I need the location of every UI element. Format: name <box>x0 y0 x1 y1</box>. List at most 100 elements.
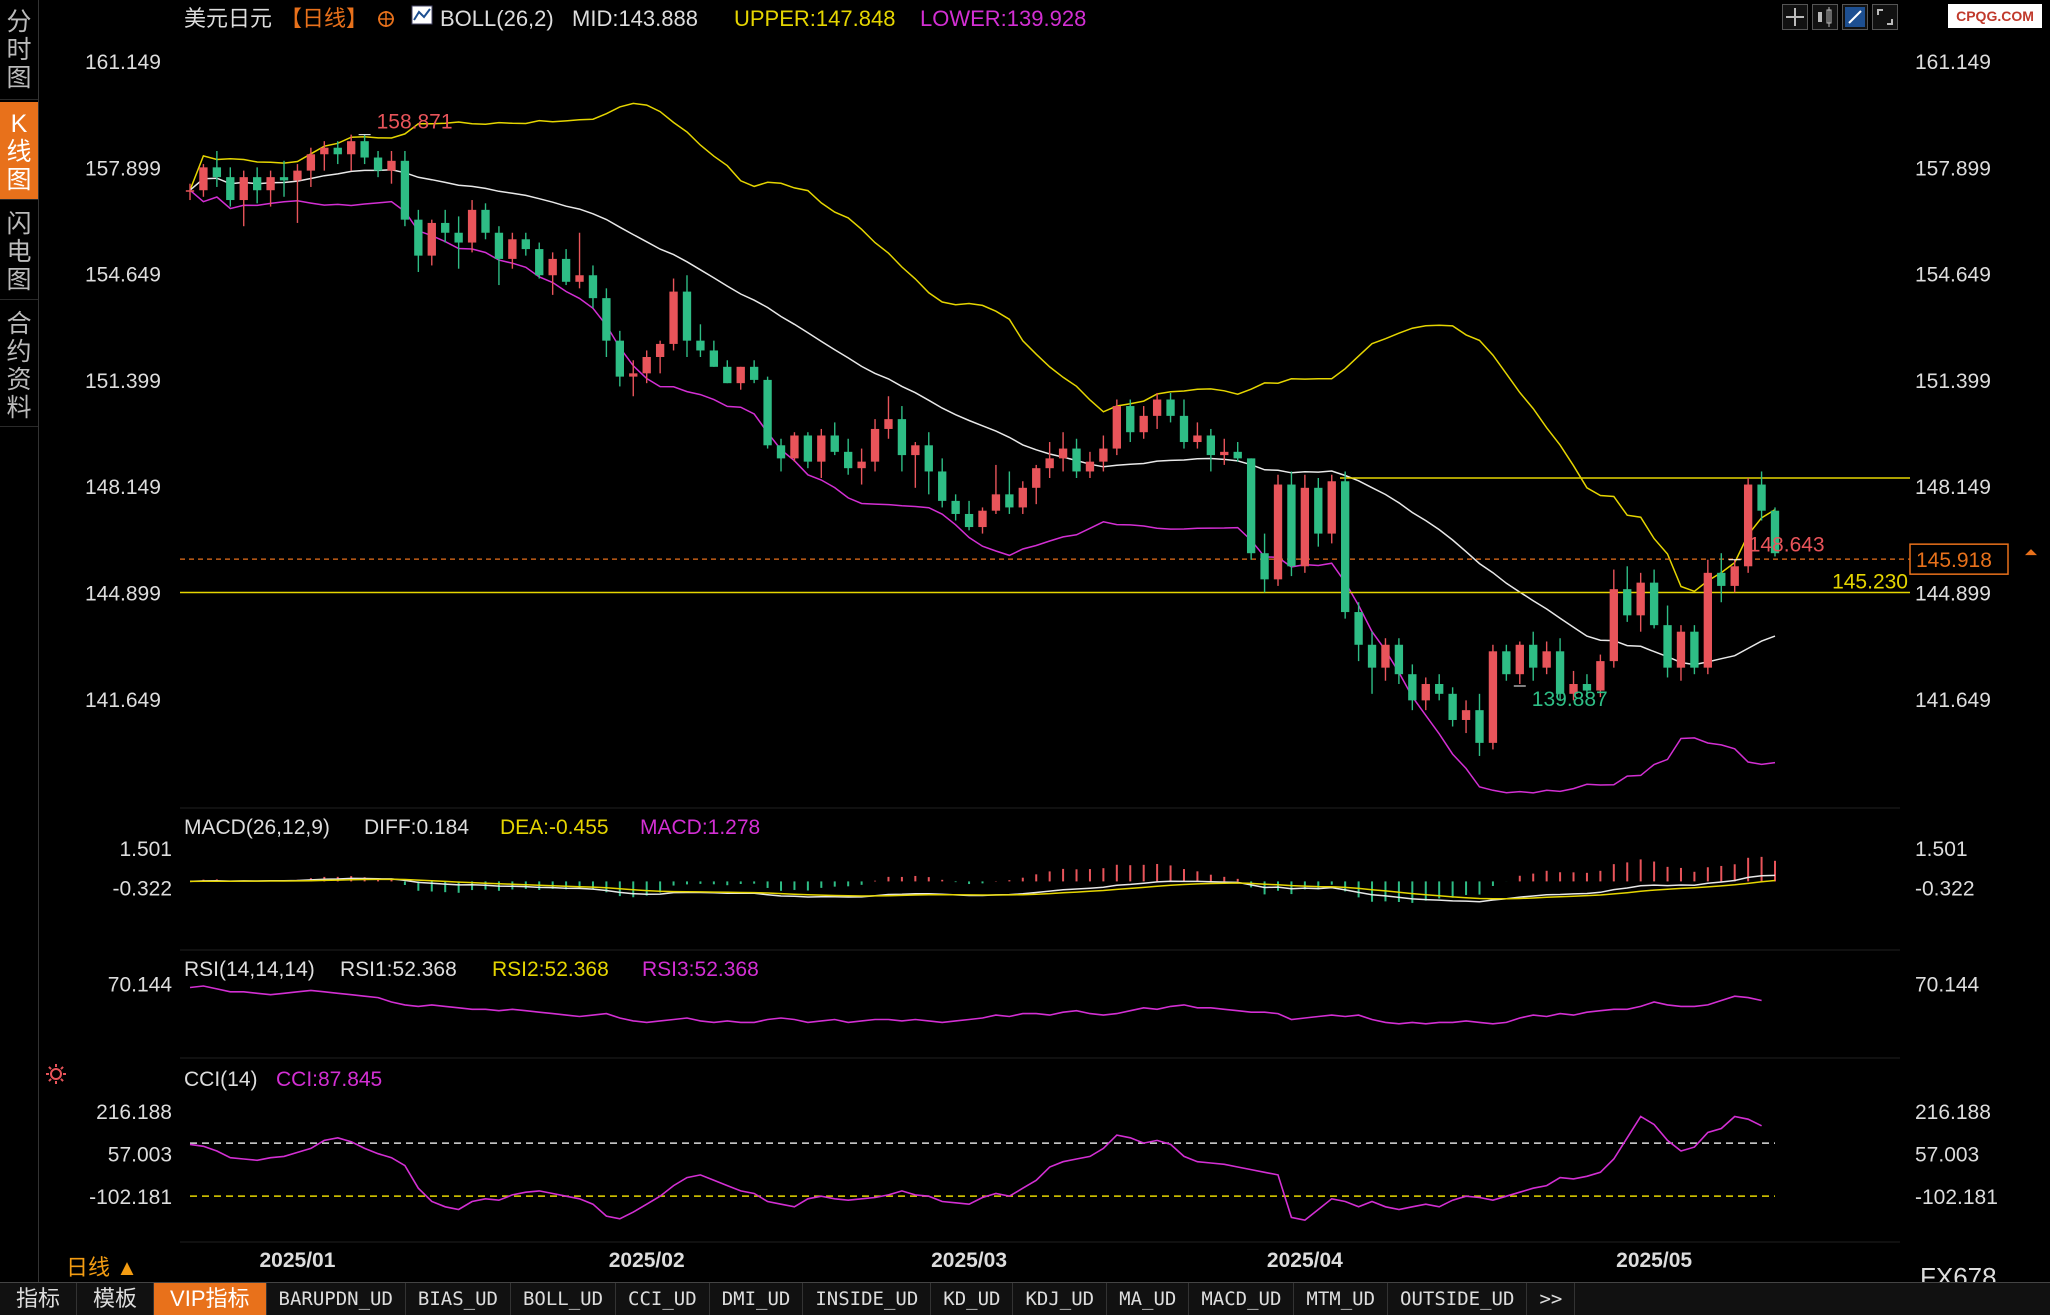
rsi3-value: RSI3:52.368 <box>642 958 759 981</box>
candle-body-105 <box>1596 661 1605 691</box>
candle-body-28 <box>561 258 571 282</box>
period-selector[interactable]: 日线 ▲ <box>66 1250 138 1282</box>
toolbar-button-6[interactable]: CCI_UD <box>616 1283 710 1315</box>
candle-body-67 <box>1085 461 1095 472</box>
candle-body-52 <box>884 419 893 429</box>
cci-tick-left-1: 57.003 <box>108 1143 172 1166</box>
rsi-tick-left-0: 70.144 <box>108 973 173 996</box>
candle-body-110 <box>1663 625 1672 668</box>
candle-body-53 <box>897 419 907 456</box>
candle-body-7 <box>279 177 289 181</box>
candle-body-11 <box>333 147 342 155</box>
candle-body-82 <box>1287 484 1296 567</box>
toolbar-button-2[interactable]: VIP指标 <box>154 1283 267 1315</box>
rsi-name: RSI(14,14,14) <box>184 958 315 981</box>
toolbar-button-5[interactable]: BOLL_UD <box>511 1283 617 1315</box>
candle-body-13 <box>360 141 369 158</box>
high-price-label: 158.871 <box>377 111 453 134</box>
toolbar-button-14[interactable]: OUTSIDE_UD <box>1388 1283 1528 1315</box>
candle-body-80 <box>1260 553 1269 580</box>
toolbar-button-15[interactable]: >> <box>1527 1283 1576 1315</box>
toolbar-button-12[interactable]: MACD_UD <box>1189 1283 1295 1315</box>
candle-body-66 <box>1072 448 1081 472</box>
crosshair-icon[interactable] <box>1782 4 1808 30</box>
candle-body-40 <box>723 366 732 384</box>
candle-body-1 <box>199 167 208 191</box>
candle-body-86 <box>1341 481 1350 613</box>
toolbar-button-13[interactable]: MTM_UD <box>1294 1283 1389 1315</box>
candle-body-35 <box>655 343 665 358</box>
candle-body-0 <box>185 190 195 192</box>
candle-body-9 <box>306 154 316 171</box>
candle-body-36 <box>669 291 678 344</box>
boll-upper-value: UPPER:147.848 <box>734 6 895 31</box>
candle-body-81 <box>1273 484 1283 580</box>
toolbar-button-9[interactable]: KD_UD <box>931 1283 1014 1315</box>
candle-body-20 <box>454 232 463 243</box>
toolbar-button-10[interactable]: KDJ_UD <box>1013 1283 1108 1315</box>
fullscreen-icon[interactable] <box>1872 4 1898 30</box>
candle-body-55 <box>924 445 933 472</box>
candle-body-59 <box>978 510 987 528</box>
macd-tick-left-1: -0.322 <box>112 877 172 900</box>
cci-value: CCI:87.845 <box>276 1068 382 1091</box>
rsi2-value: RSI2:52.368 <box>492 958 609 981</box>
macd-tick-right-0: 1.501 <box>1915 838 1968 861</box>
candle-body-12 <box>347 141 356 155</box>
draw-line-icon[interactable] <box>1842 4 1868 30</box>
candle-body-99 <box>1515 644 1524 675</box>
cci-settings-icon-tooth-3 <box>48 1078 52 1082</box>
candle-body-64 <box>1045 458 1054 469</box>
candle-body-5 <box>252 177 262 191</box>
macd-dea-value: DEA:-0.455 <box>500 816 609 839</box>
period-tag: 【日线】 <box>280 6 368 31</box>
rsi-tick-right-0: 70.144 <box>1915 973 1980 996</box>
candle-body-17 <box>414 219 423 256</box>
candle-body-111 <box>1676 631 1686 668</box>
candle-body-27 <box>548 258 557 276</box>
toolbar-button-1[interactable]: 模板 <box>77 1283 155 1315</box>
candle-body-108 <box>1636 582 1645 616</box>
chart-canvas[interactable]: 161.149 161.149 157.899 157.899 154.649 154.6… <box>0 0 2050 1282</box>
cci-tick-right-1: 57.003 <box>1915 1143 1979 1166</box>
candle-body-4 <box>239 177 248 201</box>
cci-settings-icon-tooth-1 <box>60 1078 64 1082</box>
candle-body-71 <box>1139 415 1148 433</box>
toolbar-button-7[interactable]: DMI_UD <box>710 1283 804 1315</box>
toolbar-button-4[interactable]: BIAS_UD <box>406 1283 511 1315</box>
candle-body-106 <box>1609 589 1618 662</box>
macd-hist-value: MACD:1.278 <box>640 816 760 839</box>
candle-body-92 <box>1421 684 1430 701</box>
candle-type-icon[interactable] <box>1812 4 1838 30</box>
candle-body-38 <box>696 340 705 351</box>
candle-body-47 <box>817 435 826 462</box>
price-tick-right-3: 151.399 <box>1915 370 1991 393</box>
candle-body-84 <box>1314 487 1323 534</box>
cci-settings-icon-tooth-5 <box>48 1066 52 1070</box>
candle-body-24 <box>508 239 517 259</box>
candle-body-34 <box>642 357 651 374</box>
candle-body-60 <box>991 494 1001 511</box>
candle-body-32 <box>615 340 624 377</box>
candle-body-63 <box>1032 468 1041 488</box>
candle-body-78 <box>1233 451 1242 459</box>
candle-body-10 <box>320 147 329 155</box>
macd-tick-left-0: 1.501 <box>119 838 172 861</box>
candle-body-62 <box>1018 487 1027 508</box>
candle-body-29 <box>575 275 584 282</box>
toolbar-button-0[interactable]: 指标 <box>0 1283 78 1315</box>
toolbar-button-11[interactable]: MA_UD <box>1107 1283 1190 1315</box>
cci-line <box>189 1115 1762 1221</box>
candle-body-74 <box>1179 415 1189 443</box>
candle-body-45 <box>790 435 799 459</box>
candle-body-19 <box>441 222 450 233</box>
candle-body-48 <box>830 435 839 452</box>
candle-body-16 <box>400 160 410 220</box>
site-logo: CPQG.COM <box>1948 4 2042 28</box>
candle-body-39 <box>709 350 719 367</box>
toolbar-button-3[interactable]: BARUPDN_UD <box>267 1283 406 1315</box>
cci-settings-icon <box>50 1068 62 1080</box>
candle-body-31 <box>602 298 611 341</box>
toolbar-button-8[interactable]: INSIDE_UD <box>803 1283 932 1315</box>
candle-body-50 <box>857 461 866 469</box>
